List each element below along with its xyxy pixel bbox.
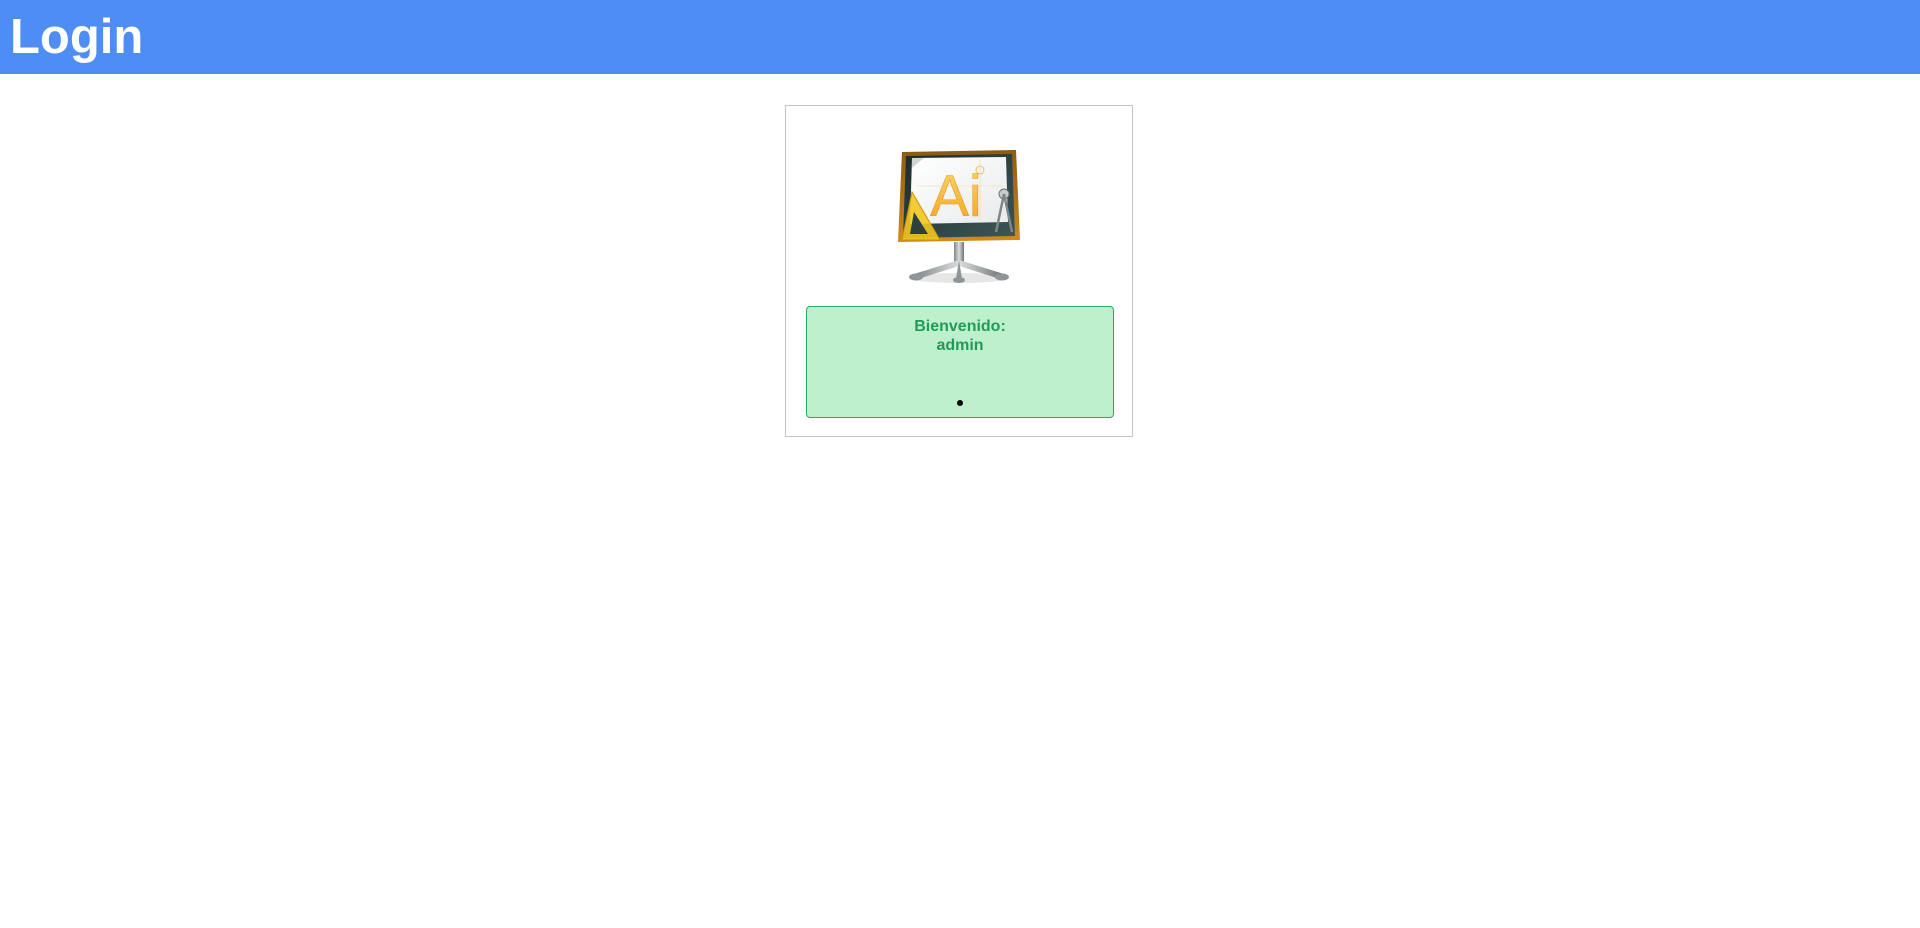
bullet-list <box>807 393 1113 411</box>
bullet-dot-icon <box>957 400 963 406</box>
login-panel: Ai Bienvenido: admin <box>785 105 1133 437</box>
page-title: Login <box>10 10 144 64</box>
drafting-board-logo-icon: Ai <box>898 150 1020 283</box>
welcome-username: admin <box>936 337 984 354</box>
svg-text:Ai: Ai <box>930 164 982 229</box>
welcome-text: Bienvenido: admin <box>807 317 1113 355</box>
page-header: Login <box>0 0 1920 74</box>
welcome-greeting: Bienvenido: <box>914 318 1006 335</box>
welcome-message: Bienvenido: admin <box>806 306 1114 418</box>
